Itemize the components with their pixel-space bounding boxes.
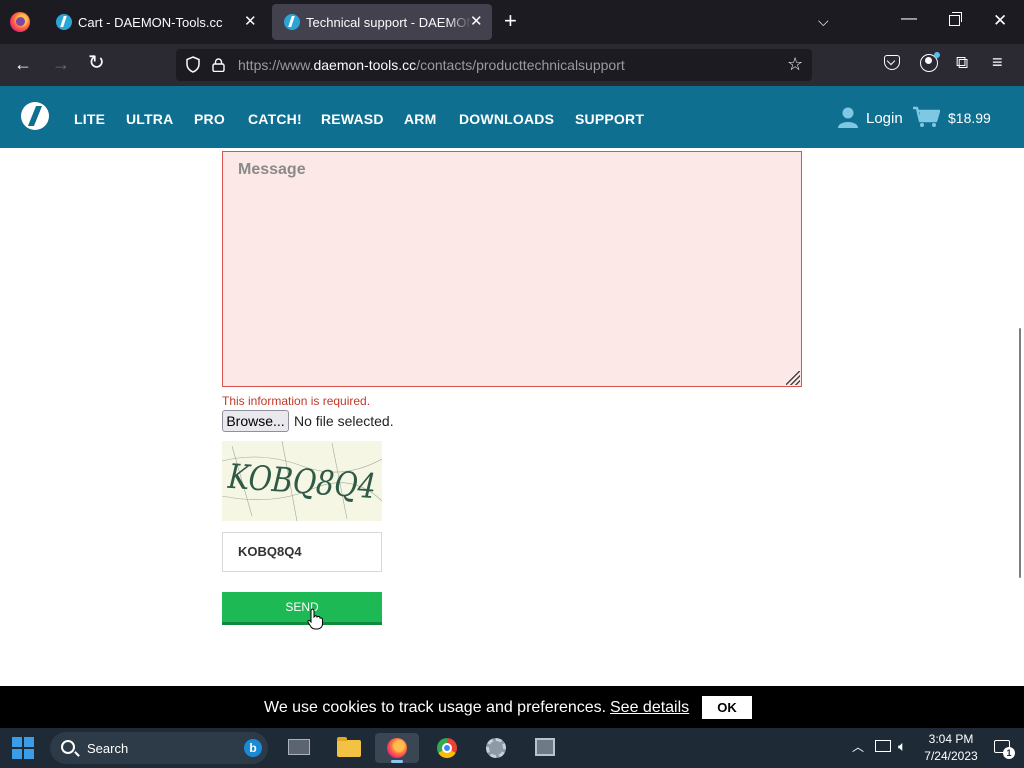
extensions-puzzle-icon[interactable]: ⧉ xyxy=(956,53,968,73)
task-view-button[interactable] xyxy=(276,733,320,763)
firefox-taskbar-button[interactable] xyxy=(375,733,419,763)
gear-icon xyxy=(486,738,506,758)
message-placeholder: Message xyxy=(238,161,306,178)
tab-title: Cart - DAEMON-Tools.cc xyxy=(78,15,223,30)
clock-time[interactable]: 3:04 PM xyxy=(924,732,978,746)
search-label: Search xyxy=(87,741,129,756)
forward-arrow-icon[interactable]: → xyxy=(52,55,70,73)
windows-start-icon[interactable] xyxy=(12,737,34,759)
taskbar: Search b ︿ 🔈︎ 3:04 PM 7/24/2023 1 xyxy=(0,728,1024,768)
task-view-icon xyxy=(288,739,310,755)
nav-pro[interactable]: PRO xyxy=(194,111,225,127)
cart-icon[interactable] xyxy=(912,106,940,128)
captcha-image: KOBQ8Q4 xyxy=(222,441,382,521)
browse-button[interactable]: Browse... xyxy=(222,410,289,432)
chrome-icon xyxy=(437,738,457,758)
taskbar-search[interactable]: Search b xyxy=(50,732,268,764)
chevron-down-icon[interactable]: ⌵ xyxy=(818,13,829,30)
send-button[interactable]: SEND xyxy=(222,592,382,625)
nav-arm[interactable]: ARM xyxy=(404,111,436,127)
tab-title: Technical support - DAEMON-Tools.cc xyxy=(306,15,472,30)
window-close-icon[interactable]: ✕ xyxy=(993,11,1007,31)
url-text[interactable]: https://www.daemon-tools.cc/contacts/pro… xyxy=(238,57,625,73)
pocket-icon[interactable] xyxy=(884,55,900,70)
close-icon[interactable]: ✕ xyxy=(244,13,257,31)
nav-catch[interactable]: CATCH! xyxy=(248,111,302,127)
chrome-taskbar-button[interactable] xyxy=(425,733,469,763)
minimize-icon[interactable]: — xyxy=(901,10,917,28)
volume-icon[interactable]: 🔈︎ xyxy=(898,738,906,755)
daemon-tools-logo-icon[interactable] xyxy=(21,102,49,130)
cookie-message: We use cookies to track usage and prefer… xyxy=(264,699,607,716)
account-icon[interactable] xyxy=(920,52,940,72)
nav-downloads[interactable]: DOWNLOADS xyxy=(459,111,554,127)
shield-icon[interactable] xyxy=(186,56,200,73)
hand-pointer-cursor-icon xyxy=(307,608,323,630)
restore-icon[interactable] xyxy=(949,12,962,26)
network-icon[interactable] xyxy=(875,740,891,752)
cookie-banner: We use cookies to track usage and prefer… xyxy=(0,686,1024,728)
tab-cart[interactable]: Cart - DAEMON-Tools.cc ✕ xyxy=(44,4,268,40)
notification-badge: 1 xyxy=(1003,747,1015,759)
back-arrow-icon[interactable]: ← xyxy=(14,55,32,73)
settings-taskbar-button[interactable] xyxy=(474,733,518,763)
nav-lite[interactable]: LITE xyxy=(74,111,105,127)
file-status: No file selected. xyxy=(294,413,394,429)
message-textarea[interactable]: Message xyxy=(222,151,802,387)
clock-date[interactable]: 7/24/2023 xyxy=(920,749,982,763)
remote-desktop-taskbar-button[interactable] xyxy=(523,733,567,763)
login-link[interactable]: Login xyxy=(866,110,903,127)
remote-desktop-icon xyxy=(535,738,555,756)
chevron-up-icon[interactable]: ︿ xyxy=(852,738,864,755)
captcha-input[interactable]: KOBQ8Q4 xyxy=(222,532,382,572)
firefox-view-icon[interactable] xyxy=(10,12,30,32)
nav-rewasd[interactable]: REWASD xyxy=(321,111,384,127)
firefox-icon xyxy=(387,738,407,758)
address-bar[interactable]: https://www.daemon-tools.cc/contacts/pro… xyxy=(176,49,812,81)
nav-support[interactable]: SUPPORT xyxy=(575,111,644,127)
file-explorer-button[interactable] xyxy=(326,733,370,763)
daemon-tools-favicon-icon xyxy=(284,14,300,30)
site-header: LITE ULTRA PRO CATCH! REWASD ARM DOWNLOA… xyxy=(0,86,1024,148)
close-icon[interactable]: ✕ xyxy=(470,13,483,31)
folder-icon xyxy=(337,737,361,757)
tab-strip: Cart - DAEMON-Tools.cc ✕ Technical suppo… xyxy=(0,0,1024,44)
user-icon[interactable] xyxy=(837,106,859,128)
reload-icon[interactable]: ↻ xyxy=(88,53,105,73)
see-details-link[interactable]: See details xyxy=(610,699,689,717)
page-scrollbar[interactable] xyxy=(1016,328,1024,578)
cart-total[interactable]: $18.99 xyxy=(948,110,991,126)
tab-technical-support[interactable]: Technical support - DAEMON-Tools.cc ✕ xyxy=(272,4,492,40)
navigation-toolbar: ← → ↻ https://www.daemon-tools.cc/contac… xyxy=(0,44,1024,86)
hamburger-menu-icon[interactable]: ≡ xyxy=(992,52,1003,73)
support-form: Message This information is required. Br… xyxy=(0,148,1024,686)
cookie-ok-button[interactable]: OK xyxy=(702,696,752,719)
bing-icon[interactable]: b xyxy=(244,739,262,757)
validation-error: This information is required. xyxy=(222,394,371,408)
new-tab-plus-icon[interactable]: + xyxy=(504,10,517,32)
lock-icon[interactable] xyxy=(212,58,225,72)
nav-ultra[interactable]: ULTRA xyxy=(126,111,173,127)
resize-handle-icon[interactable] xyxy=(786,371,800,385)
bookmark-star-icon[interactable]: ☆ xyxy=(787,54,803,75)
search-icon xyxy=(61,740,75,754)
daemon-tools-favicon-icon xyxy=(56,14,72,30)
